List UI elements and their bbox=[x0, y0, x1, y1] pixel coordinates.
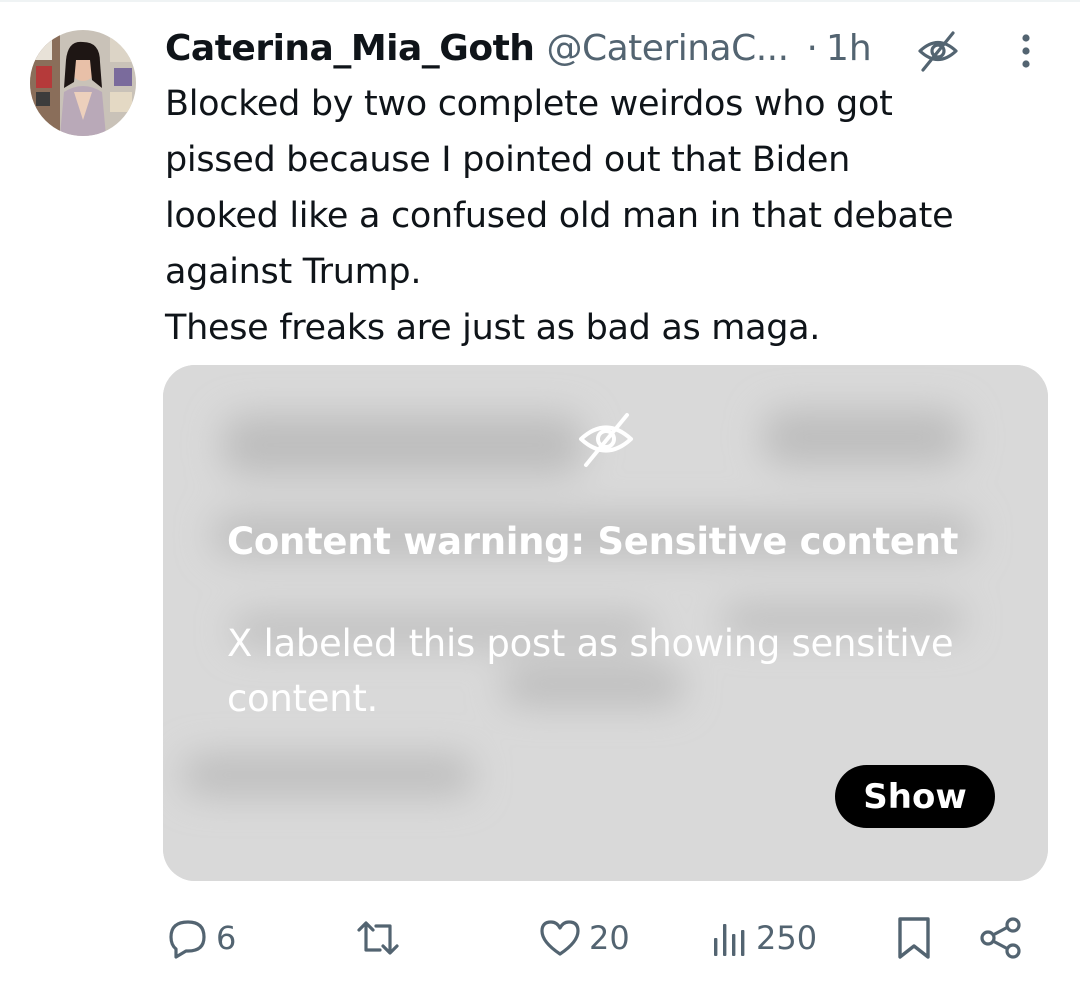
repost-icon bbox=[357, 921, 399, 955]
post-text: Blocked by two complete weirdos who got … bbox=[165, 76, 1055, 356]
eye-slash-icon bbox=[575, 408, 637, 470]
reply-count: 6 bbox=[216, 919, 237, 957]
divider bbox=[0, 0, 1080, 2]
like-count: 20 bbox=[589, 919, 630, 957]
bookmark-button[interactable] bbox=[892, 910, 936, 966]
post-time[interactable]: 1h bbox=[826, 28, 872, 69]
post-text-line: against Trump. bbox=[165, 252, 422, 292]
share-icon bbox=[980, 917, 1021, 959]
share-button[interactable] bbox=[978, 910, 1024, 966]
bookmark-icon bbox=[898, 917, 930, 959]
like-button[interactable]: 20 bbox=[537, 910, 630, 966]
reply-icon bbox=[169, 920, 206, 959]
more-icon[interactable] bbox=[1008, 30, 1044, 72]
views-count: 250 bbox=[756, 919, 818, 957]
content-warning-description: X labeled this post as showing sensitive… bbox=[227, 622, 954, 720]
post-text-line: These freaks are just as bad as maga. bbox=[165, 308, 821, 348]
post-text-line: pissed because I pointed out that Biden bbox=[165, 140, 851, 180]
content-warning-title: Content warning: Sensitive content bbox=[227, 520, 959, 563]
action-bar: 6 20 250 bbox=[0, 910, 1080, 966]
heart-icon bbox=[540, 920, 580, 956]
post-text-line: looked like a confused old man in that d… bbox=[165, 196, 954, 236]
post-header: Caterina_Mia_Goth @CaterinaC... · 1h bbox=[165, 22, 872, 74]
author-handle[interactable]: @CaterinaC... bbox=[546, 28, 789, 69]
repost-button[interactable] bbox=[355, 910, 407, 966]
post-text-line: Blocked by two complete weirdos who got bbox=[165, 84, 893, 124]
avatar[interactable] bbox=[30, 30, 136, 136]
reply-button[interactable]: 6 bbox=[166, 910, 236, 966]
views-button[interactable]: 250 bbox=[710, 910, 817, 966]
show-button[interactable]: Show bbox=[835, 765, 995, 828]
separator-dot: · bbox=[806, 27, 818, 69]
author-display-name[interactable]: Caterina_Mia_Goth bbox=[165, 28, 535, 69]
eye-slash-icon bbox=[915, 28, 961, 74]
views-icon bbox=[714, 924, 745, 956]
